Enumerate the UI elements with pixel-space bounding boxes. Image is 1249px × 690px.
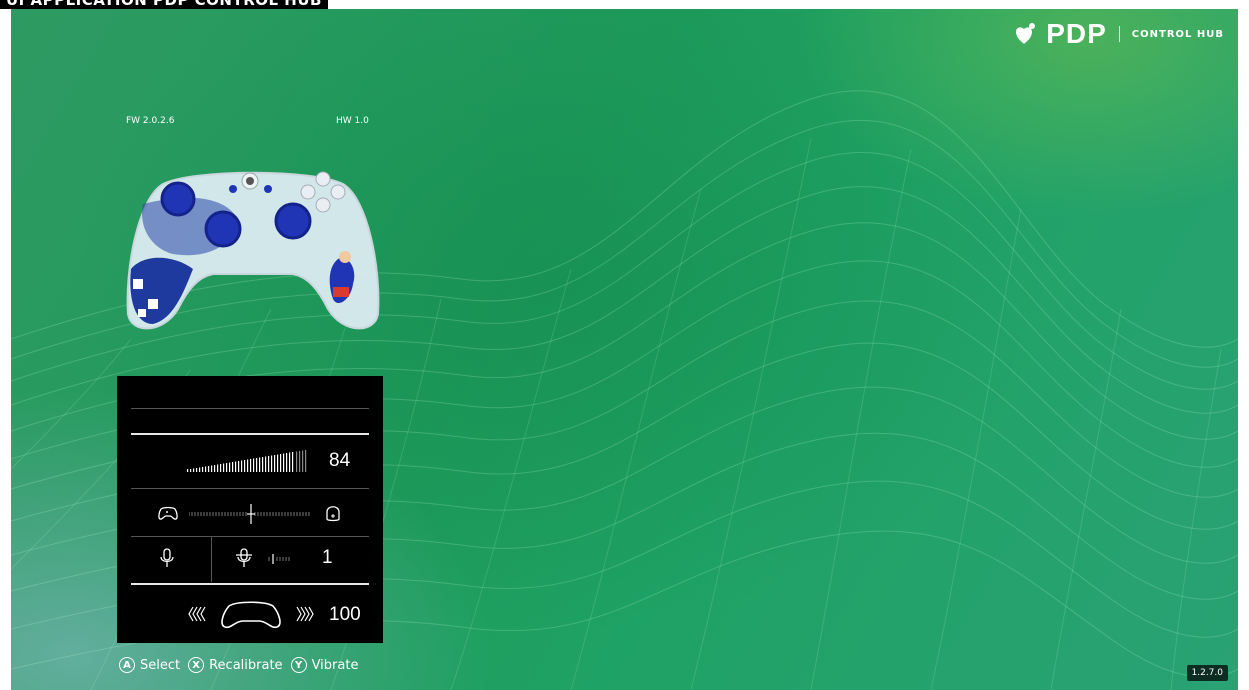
pdp-logo: PDP CONTROL HUB: [1012, 18, 1224, 49]
hardware-version: HW 1.0: [336, 116, 369, 126]
controller-image: [126, 171, 380, 330]
a-button-icon: A: [119, 657, 135, 673]
hint-label: Recalibrate: [209, 657, 283, 673]
app-screen: PDP CONTROL HUB FW 2.0.2.6 HW 1.0 84 1 1…: [11, 9, 1238, 690]
product-name: CONTROL HUB: [1131, 28, 1224, 40]
panel-divider: [131, 536, 369, 537]
mic-monitor-value: 1: [322, 547, 333, 568]
panel-divider: [131, 488, 369, 489]
panel-divider: [131, 433, 369, 435]
volume-level-bars[interactable]: [187, 446, 311, 472]
audio-settings-panel: 84 1 100: [117, 376, 383, 643]
controller-sound-icon: [158, 506, 178, 520]
app-version: 1.2.7.0: [1186, 665, 1228, 681]
headset-sound-icon: [326, 506, 340, 522]
firmware-version: FW 2.0.2.6: [126, 116, 175, 126]
hint-vibrate[interactable]: Y Vibrate: [290, 657, 359, 673]
hint-label: Select: [140, 657, 181, 673]
pdp-logo-icon: [1016, 23, 1036, 44]
logo-divider: [1118, 26, 1120, 42]
window-title: UI APPLICATION PDP CONTROL HUB: [0, 0, 328, 9]
vibration-value: 100: [329, 604, 361, 625]
button-hints: A Select X Recalibrate Y Vibrate: [119, 655, 358, 675]
y-button-icon: Y: [290, 657, 307, 673]
panel-divider: [131, 408, 369, 409]
microphone-icon: [160, 548, 174, 567]
mic-monitor-level[interactable]: [267, 552, 317, 566]
volume-value: 84: [329, 450, 351, 471]
balance-slider[interactable]: [189, 504, 313, 524]
mic-monitor-icon: [236, 548, 252, 567]
panel-divider: [211, 536, 212, 582]
brand-name: PDP: [1046, 18, 1107, 49]
hint-recalibrate[interactable]: X Recalibrate: [188, 657, 283, 673]
hint-select[interactable]: A Select: [119, 657, 180, 673]
panel-divider: [131, 583, 369, 585]
x-button-icon: X: [188, 657, 205, 673]
vibration-icon[interactable]: [187, 597, 315, 631]
hint-label: Vibrate: [311, 657, 359, 673]
